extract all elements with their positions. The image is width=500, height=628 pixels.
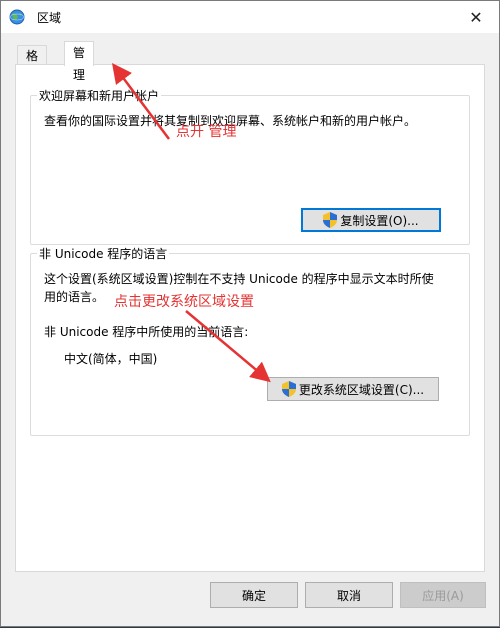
unicode-group: 非 Unicode 程序的语言 这个设置(系统区域设置)控制在不支持 Unico… bbox=[30, 245, 470, 436]
current-language-label: 非 Unicode 程序中所使用的当前语言: bbox=[44, 325, 249, 339]
globe-icon bbox=[9, 9, 25, 25]
uac-shield-icon bbox=[323, 212, 338, 228]
region-dialog: 区域 ✕ 格式 管理 欢迎屏幕和新用户帐户 查看你的国际设置并将其复制到欢迎屏幕… bbox=[0, 0, 500, 627]
apply-button[interactable]: 应用(A) bbox=[400, 582, 486, 608]
change-system-locale-label: 更改系统区域设置(C)... bbox=[298, 382, 425, 397]
welcome-description: 查看你的国际设置并将其复制到欢迎屏幕、系统帐户和新的用户帐户。 bbox=[44, 114, 417, 128]
unicode-description-line1: 这个设置(系统区域设置)控制在不支持 Unicode 的程序中显示文本时所使 bbox=[44, 272, 434, 286]
welcome-group-title: 欢迎屏幕和新用户帐户 bbox=[37, 87, 162, 104]
change-system-locale-button[interactable]: 更改系统区域设置(C)... bbox=[267, 377, 439, 401]
title-bar: 区域 ✕ bbox=[1, 1, 499, 33]
uac-shield-icon bbox=[281, 381, 296, 397]
current-language-value: 中文(简体，中国) bbox=[64, 352, 158, 366]
ok-button[interactable]: 确定 bbox=[210, 582, 298, 608]
tab-panel-manage: 欢迎屏幕和新用户帐户 查看你的国际设置并将其复制到欢迎屏幕、系统帐户和新的用户帐… bbox=[15, 64, 485, 572]
annotation-click-change: 点击更改系统区域设置 bbox=[114, 294, 254, 310]
copy-settings-label: 复制设置(O)... bbox=[340, 213, 419, 228]
close-icon: ✕ bbox=[469, 7, 483, 27]
welcome-group: 欢迎屏幕和新用户帐户 查看你的国际设置并将其复制到欢迎屏幕、系统帐户和新的用户帐… bbox=[30, 87, 470, 245]
tab-manage[interactable]: 管理 bbox=[64, 41, 95, 82]
copy-settings-button[interactable]: 复制设置(O)... bbox=[301, 208, 441, 232]
unicode-group-title: 非 Unicode 程序的语言 bbox=[37, 245, 170, 262]
cancel-button[interactable]: 取消 bbox=[305, 582, 393, 608]
window-title: 区域 bbox=[37, 11, 62, 25]
unicode-description-line2: 用的语言。 bbox=[44, 290, 105, 304]
close-button[interactable]: ✕ bbox=[453, 1, 499, 33]
tab-format[interactable]: 格式 bbox=[17, 45, 48, 83]
annotation-click-manage: 点开 管理 bbox=[176, 124, 237, 140]
